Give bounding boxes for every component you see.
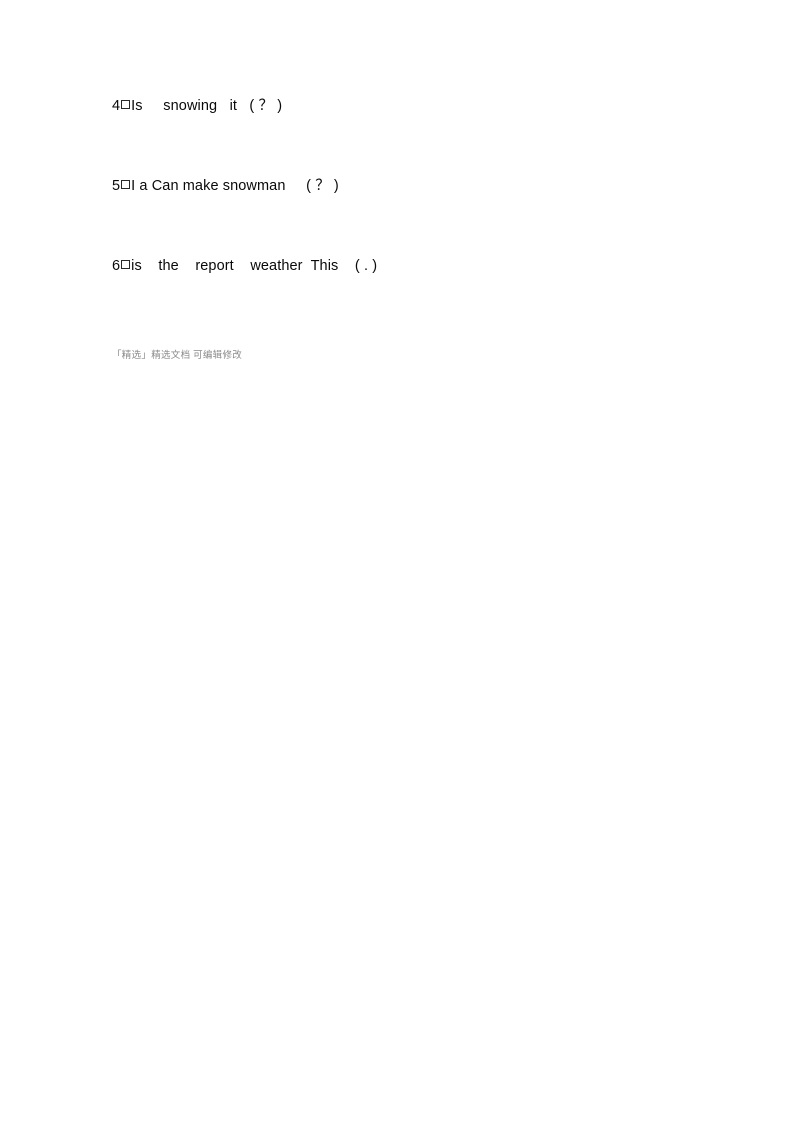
questions-list: 4 Is snowing it ( ？ ) 5 I a Can make snowm… [112,96,712,276]
missing-glyph-icon [121,100,131,109]
question-item-5: 5 I a Can make snowman ( ？ ) [112,176,712,196]
question-body-6: is the report weather This ( . ) [131,258,378,274]
question-body-4: Is snowing it ( ？ ) [131,98,283,114]
question-number-6: 6 [112,258,121,274]
question-number-5: 5 [112,178,121,194]
question-number-4: 4 [112,98,121,114]
missing-glyph-icon [121,260,131,269]
page-footer: 「精选」精选文档 可编辑修改 [112,351,243,361]
document-page: 4 Is snowing it ( ？ ) 5 I a Can make snowm… [0,0,800,1132]
question-body-5: I a Can make snowman ( ？ ) [131,178,339,194]
question-item-4: 4 Is snowing it ( ？ ) [112,96,712,116]
missing-glyph-icon [121,180,131,189]
question-item-6: 6 is the report weather This ( . ) [112,256,712,276]
